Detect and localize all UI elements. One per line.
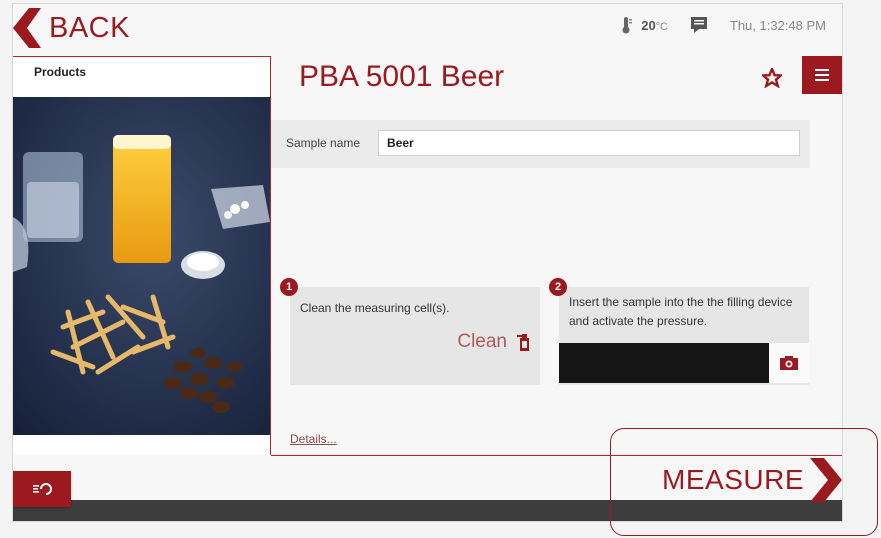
temperature-unit: °C (655, 20, 668, 33)
camera-icon (780, 356, 798, 370)
method-area: PBA 5001 Beer Sample name 1 Clean the me… (271, 56, 842, 456)
panel-title: Products (34, 65, 87, 79)
status-area: 20°C Thu, 1:32:48 PM (619, 16, 826, 34)
step-insert-sample: 2 Insert the sample into the the filling… (549, 278, 809, 385)
temperature: 20°C (641, 18, 668, 33)
step-text: Insert the sample into the the filling d… (569, 295, 793, 328)
clean-button[interactable]: Clean (457, 331, 530, 353)
step-number: 2 (549, 278, 567, 296)
clean-bottle-icon (517, 334, 529, 351)
clean-label: Clean (457, 331, 507, 352)
thermometer-icon (622, 17, 633, 34)
sample-name-input[interactable] (378, 130, 800, 156)
back-chevron-icon (13, 8, 41, 48)
sample-name-label: Sample name (286, 136, 361, 150)
messages-icon[interactable] (690, 16, 708, 34)
reset-button[interactable] (13, 471, 71, 507)
products-panel: Products (13, 56, 271, 455)
back-button[interactable]: BACK (13, 8, 130, 48)
temperature-value: 20 (641, 17, 656, 33)
star-icon[interactable] (762, 68, 782, 88)
back-label: BACK (49, 11, 130, 44)
page-title: PBA 5001 Beer (299, 60, 505, 93)
datetime: Thu, 1:32:48 PM (729, 17, 826, 33)
menu-button[interactable] (802, 56, 842, 94)
top-bar: BACK 20°C Thu, 1:32:48 PM (13, 4, 842, 56)
products-photo (13, 97, 270, 435)
camera-button[interactable] (769, 343, 809, 383)
measure-highlight-frame (610, 428, 878, 536)
menu-icon (815, 69, 829, 81)
step-clean: 1 Clean the measuring cell(s). Clean (280, 278, 540, 385)
step-text: Clean the measuring cell(s). (300, 301, 450, 315)
details-link[interactable]: Details... (290, 432, 337, 446)
camera-preview (559, 343, 809, 383)
reset-hand-icon (33, 483, 52, 495)
step-number: 1 (280, 278, 298, 296)
sample-name-row: Sample name (271, 120, 810, 168)
